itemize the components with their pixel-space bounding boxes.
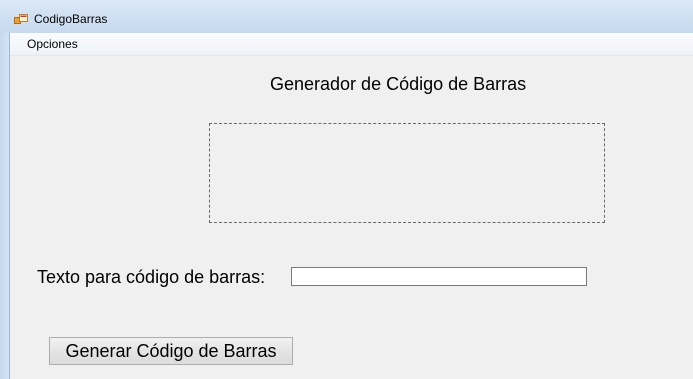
app-icon[interactable] bbox=[14, 12, 28, 24]
page-title: Generador de Código de Barras bbox=[270, 74, 527, 94]
menu-item-opciones[interactable]: Opciones bbox=[20, 36, 85, 52]
window-title: CodigoBarras bbox=[34, 12, 108, 26]
generate-barcode-button[interactable]: Generar Código de Barras bbox=[49, 337, 293, 365]
barcode-text-label: Texto para código de barras: bbox=[37, 267, 266, 287]
window-frame-left bbox=[0, 33, 10, 379]
app-window: CodigoBarras Opciones Generador de Códig… bbox=[0, 0, 693, 379]
form-client-area: Generador de Código de Barras Texto para… bbox=[10, 56, 693, 379]
barcode-text-input[interactable] bbox=[291, 267, 587, 286]
barcode-image-area bbox=[209, 123, 605, 223]
menu-bar: Opciones bbox=[10, 33, 693, 56]
title-bar[interactable]: CodigoBarras bbox=[0, 0, 693, 34]
